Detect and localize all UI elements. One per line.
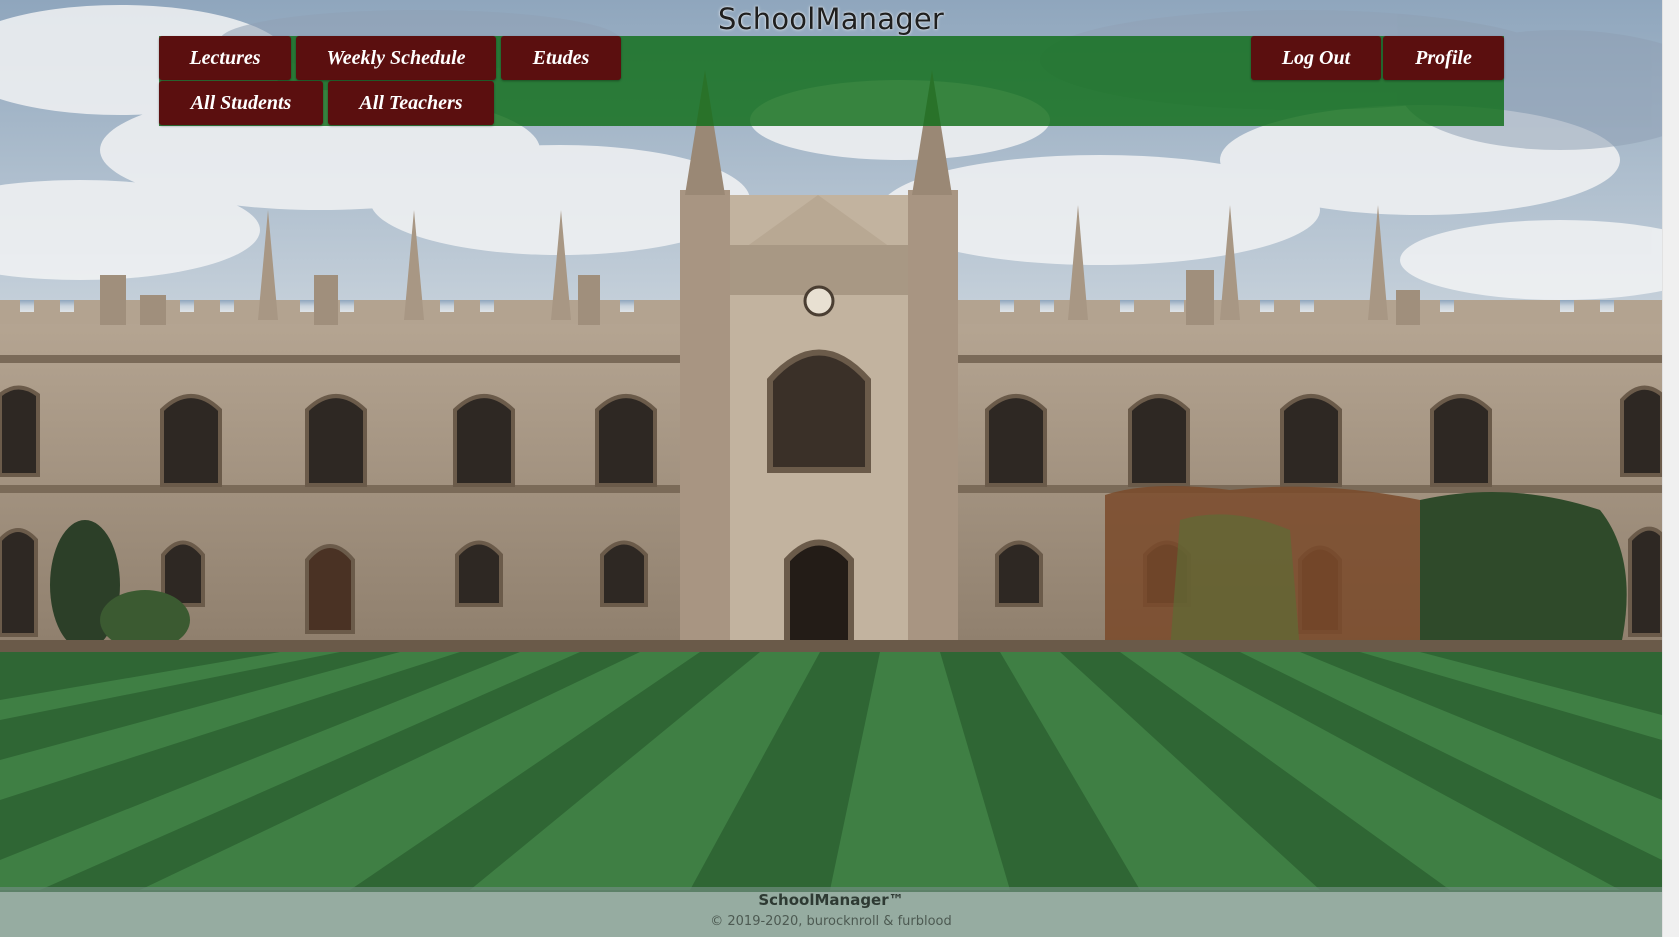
nav-button-profile[interactable]: Profile [1383, 36, 1504, 80]
background-image [0, 0, 1662, 937]
footer-copyright: © 2019-2020, burocknroll & furblood [710, 914, 952, 929]
nav-button-all-students[interactable]: All Students [159, 81, 323, 125]
nav-button-log-out[interactable]: Log Out [1251, 36, 1381, 80]
nav-button-weekly-schedule[interactable]: Weekly Schedule [296, 36, 496, 80]
page-footer: SchoolManager™ © 2019-2020, burocknroll … [0, 887, 1662, 937]
site-title: SchoolManager [718, 2, 944, 36]
nav-button-etudes[interactable]: Etudes [501, 36, 621, 80]
page: SchoolManager Lectures Weekly Schedule E… [0, 0, 1662, 937]
footer-brand: SchoolManager™ [758, 891, 904, 909]
vertical-scrollbar[interactable] [1662, 0, 1679, 937]
nav-button-all-teachers[interactable]: All Teachers [328, 81, 494, 125]
main-nav-bar: Lectures Weekly Schedule Etudes Log Out … [159, 36, 1504, 126]
nav-button-lectures[interactable]: Lectures [159, 36, 291, 80]
